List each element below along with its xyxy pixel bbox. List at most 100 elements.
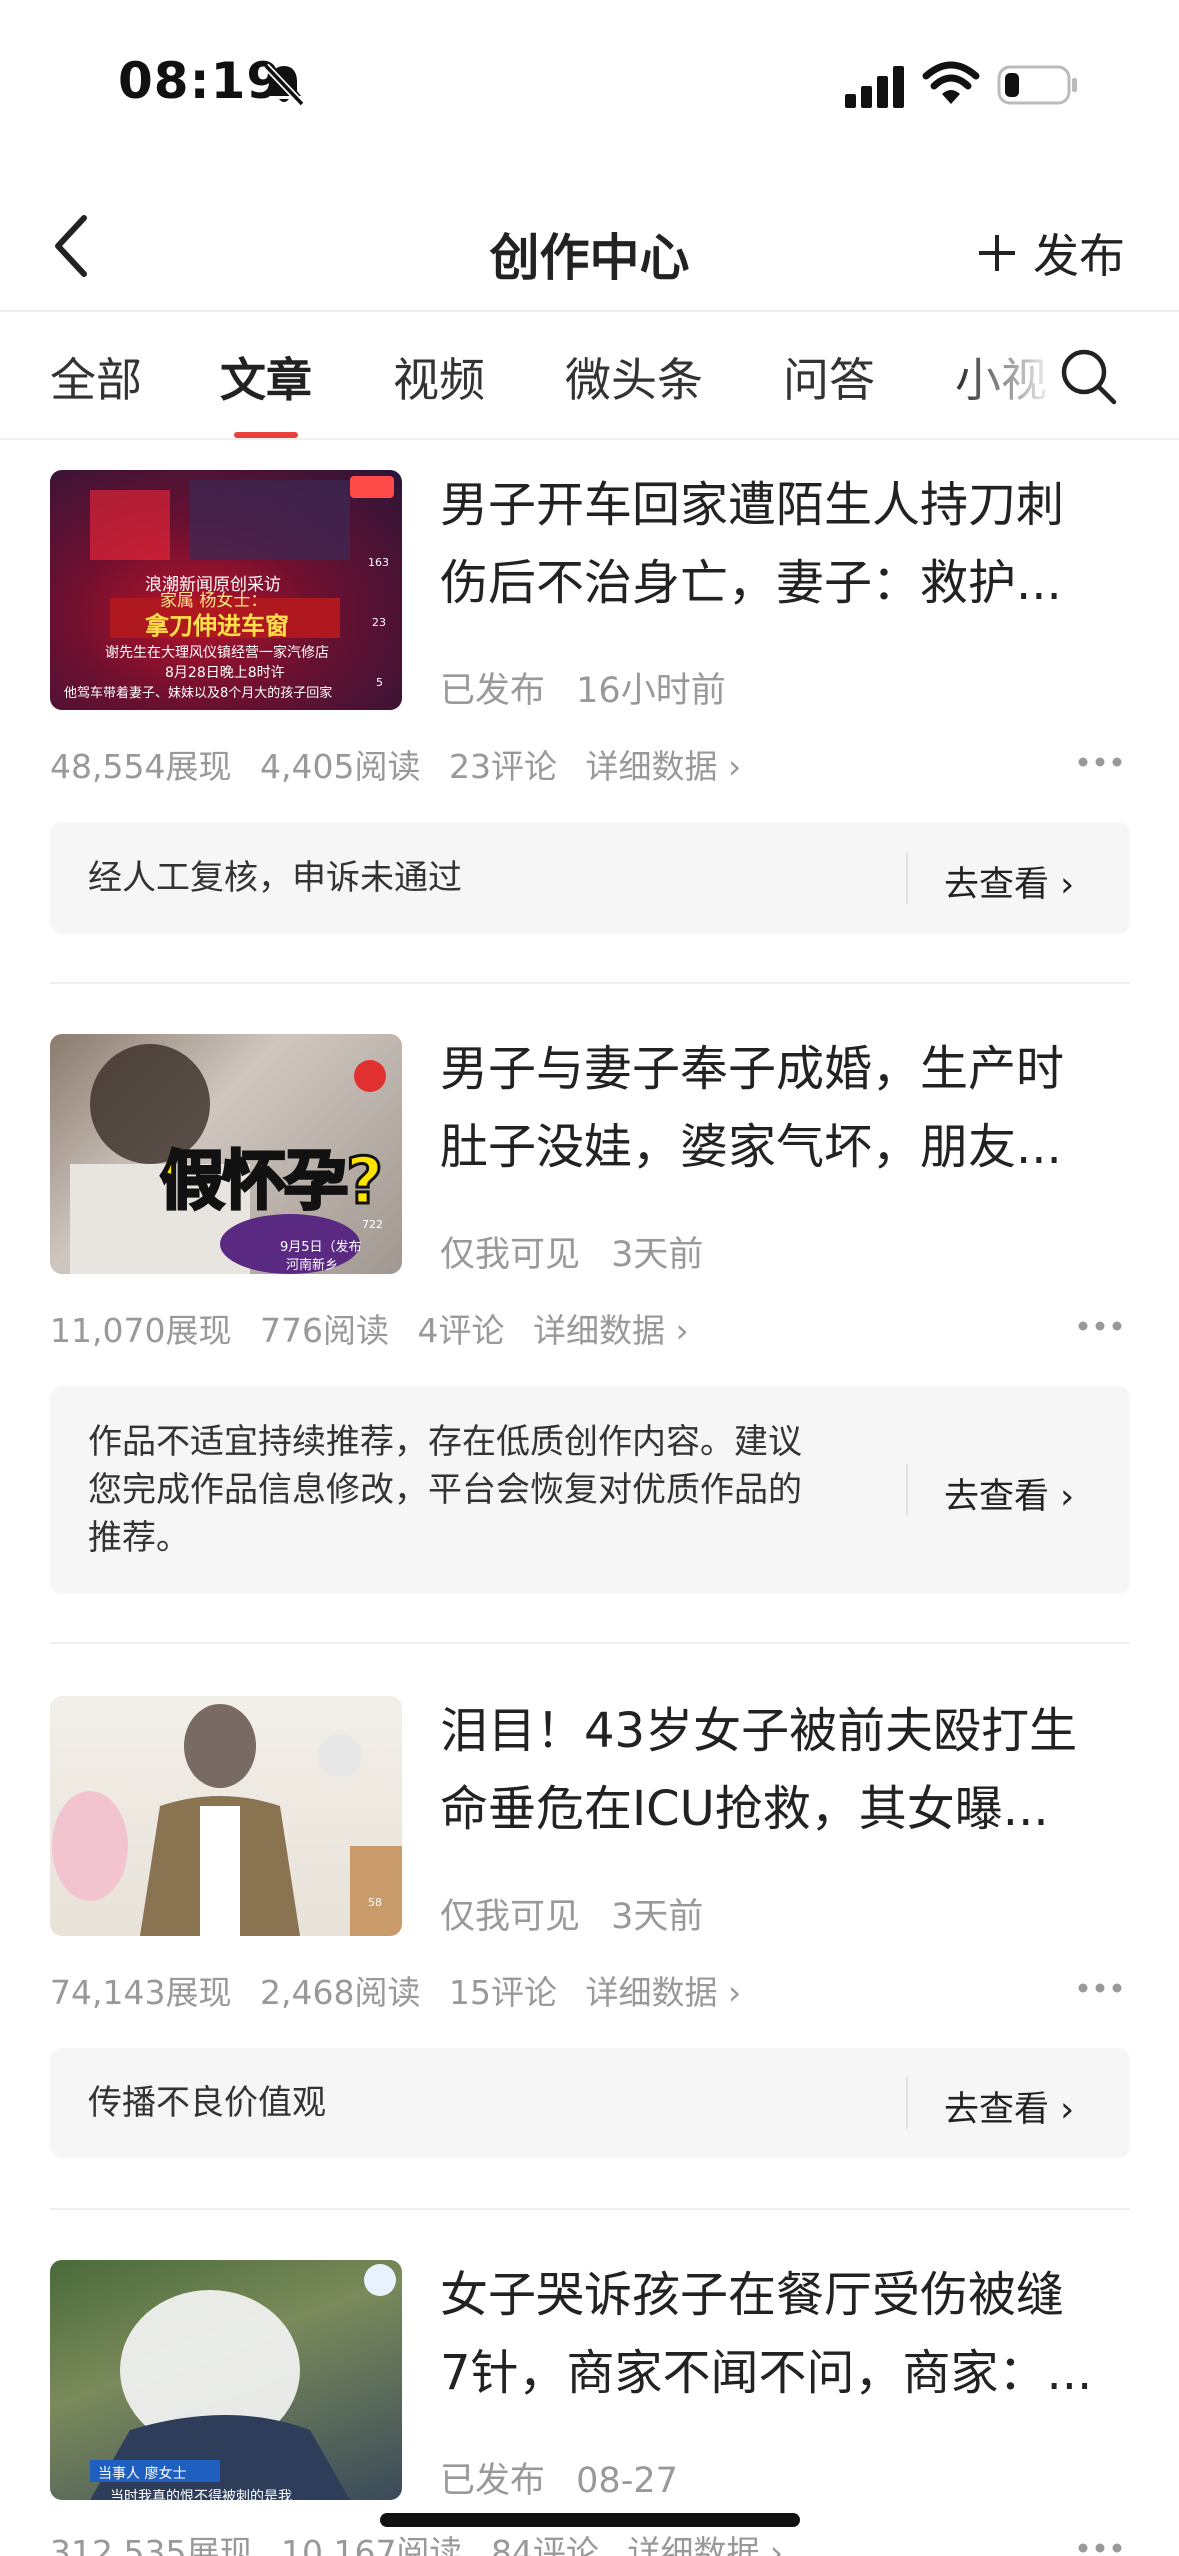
article-meta: 已发布 16小时前 <box>440 662 726 713</box>
publish-time: 16小时前 <box>576 671 726 711</box>
reads-count: 10,167阅读 <box>280 2533 463 2556</box>
tab-all[interactable]: 全部 <box>50 344 142 410</box>
publish-label: 发布 <box>1033 229 1125 283</box>
reads-count: 776阅读 <box>259 1311 389 1350</box>
view-notice-button[interactable]: 去查看 › <box>944 2081 1074 2132</box>
notice-divider <box>906 852 908 904</box>
comments-count: 23评论 <box>448 747 557 786</box>
views-count: 11,070展现 <box>50 1311 232 1350</box>
notice-text: 您完成作品信息修改，平台会恢复对优质作品的 <box>88 1470 802 1510</box>
thumb-caption: 河南新乡 <box>286 1258 339 1273</box>
wifi-icon <box>922 61 980 104</box>
article-thumbnail: 58 <box>50 1696 402 1936</box>
tab-videos[interactable]: 视频 <box>393 344 485 410</box>
article-title[interactable]: 泪目！43岁女子被前夫殴打生 命垂危在ICU抢救，其女曝... <box>440 1692 1140 1848</box>
status-time: 08:19 <box>118 52 283 110</box>
article-title[interactable]: 男子与妻子奉子成婚，生产时 肚子没娃，婆家气坏，朋友... <box>440 1030 1140 1186</box>
publish-status: 仅我可见 <box>440 1897 581 1937</box>
comments-count: 4评论 <box>417 1311 505 1350</box>
views-count: 312,535展现 <box>50 2533 253 2556</box>
publish-button[interactable]: 发布 <box>977 220 1125 286</box>
thumb-like-count: 58 <box>368 1896 382 1909</box>
detail-data-link[interactable]: 详细数据 › <box>533 1311 689 1350</box>
more-options-icon[interactable] <box>1077 1981 1123 1995</box>
thumb-caption: 当事人 廖女士 <box>98 2466 187 2482</box>
view-notice-button[interactable]: 去查看 › <box>944 1468 1074 1519</box>
article-title-line: 男子开车回家遭陌生人持刀刺 <box>440 477 1065 533</box>
detail-data-link[interactable]: 详细数据 › <box>585 747 741 786</box>
detail-data-link[interactable]: 详细数据 › <box>627 2533 783 2556</box>
publish-status: 已发布 <box>440 2461 546 2501</box>
notice-divider <box>906 2077 908 2129</box>
notice-text: 作品不适宜持续推荐，存在低质创作内容。建议 <box>88 1422 802 1462</box>
thumb-caption: 9月5日（发布 <box>280 1240 362 1255</box>
review-notice: 经人工复核，申诉未通过 去查看 › <box>50 822 1130 934</box>
thumb-comment-count: 23 <box>372 616 386 629</box>
comments-count: 15评论 <box>448 1973 557 2012</box>
article-stats: 74,143展现 2,468阅读 15评论 详细数据 › <box>50 1966 759 2014</box>
bell-muted-icon <box>263 63 305 107</box>
publish-status: 仅我可见 <box>440 1235 581 1275</box>
thumbnail-art <box>52 1704 402 1936</box>
tab-micro-headlines[interactable]: 微头条 <box>565 344 703 410</box>
reads-count: 4,405阅读 <box>259 747 421 786</box>
thumb-caption: 假怀孕? <box>158 1144 384 1221</box>
article-title-line: 命垂危在ICU抢救，其女曝... <box>440 1781 1049 1837</box>
article-title-line: 7针，商家不闻不问，商家：... <box>440 2345 1093 2401</box>
publish-time: 08-27 <box>576 2461 678 2501</box>
view-notice-button[interactable]: 去查看 › <box>944 856 1074 907</box>
thumb-caption: 拿刀伸进车窗 <box>145 612 289 640</box>
more-options-icon[interactable] <box>1077 755 1123 769</box>
article-title[interactable]: 男子开车回家遭陌生人持刀刺 伤后不治身亡，妻子：救护... <box>440 466 1140 622</box>
article-thumbnail: 浪潮新闻原创采访 家属 杨女士： 拿刀伸进车窗 谢先生在大理风仪镇经营一家汽修店… <box>50 470 402 710</box>
tab-qa[interactable]: 问答 <box>783 344 875 410</box>
article-meta: 仅我可见 3天前 <box>440 1888 703 1939</box>
article-thumbnail: 当事人 廖女士 当时我真的恨不得被刺的是我 <box>50 2260 402 2500</box>
thumb-comment-count: 722 <box>362 1218 383 1231</box>
article-stats: 11,070展现 776阅读 4评论 详细数据 › <box>50 1304 707 1352</box>
notice-text: 传播不良价值观 <box>88 2083 326 2123</box>
review-notice: 传播不良价值观 去查看 › <box>50 2048 1130 2158</box>
tab-bar: 全部 文章 视频 微头条 问答 小视 <box>0 314 1179 440</box>
thumb-caption: 当时我真的恨不得被刺的是我 <box>110 2489 292 2500</box>
article-title-line: 男子与妻子奉子成婚，生产时 <box>440 1041 1065 1097</box>
publish-time: 3天前 <box>611 1235 704 1275</box>
reads-count: 2,468阅读 <box>259 1973 421 2012</box>
plus-icon <box>979 235 1015 271</box>
comments-count: 84评论 <box>490 2533 599 2556</box>
search-icon[interactable] <box>1058 346 1118 406</box>
article-title-line: 伤后不治身亡，妻子：救护... <box>440 555 1062 611</box>
notice-text: 推荐。 <box>88 1518 190 1558</box>
more-options-icon[interactable] <box>1077 2541 1123 2555</box>
views-count: 48,554展现 <box>50 747 232 786</box>
article-thumbnail: 假怀孕? 9月5日（发布 河南新乡 722 <box>50 1034 402 1274</box>
views-count: 74,143展现 <box>50 1973 232 2012</box>
thumb-caption: 他驾车带着妻子、妹妹以及8个月大的孩子回家 <box>64 686 333 701</box>
article-title-line: 泪目！43岁女子被前夫殴打生 <box>440 1703 1078 1759</box>
article-stats: 312,535展现 10,167阅读 84评论 详细数据 › <box>50 2526 801 2556</box>
thumb-caption: 8月28日晚上8时许 <box>165 665 285 681</box>
thumb-like-count: 163 <box>368 556 389 569</box>
nav-bar: 创作中心 发布 <box>0 180 1179 312</box>
thumb-caption: 谢先生在大理风仪镇经营一家汽修店 <box>105 645 329 661</box>
article-stats: 48,554展现 4,405阅读 23评论 详细数据 › <box>50 740 759 788</box>
battery-icon <box>997 65 1077 105</box>
detail-data-link[interactable]: 详细数据 › <box>585 1973 741 2012</box>
active-tab-indicator <box>234 432 298 438</box>
notice-divider <box>906 1464 908 1516</box>
tab-articles[interactable]: 文章 <box>220 344 312 410</box>
article-title[interactable]: 女子哭诉孩子在餐厅受伤被缝 7针，商家不闻不问，商家：... <box>440 2256 1140 2412</box>
home-indicator <box>380 2513 800 2527</box>
more-options-icon[interactable] <box>1077 1319 1123 1333</box>
article-meta: 已发布 08-27 <box>440 2452 678 2503</box>
publish-time: 3天前 <box>611 1897 704 1937</box>
publish-status: 已发布 <box>440 671 546 711</box>
card-divider <box>50 2208 1130 2210</box>
signal-icon <box>845 66 904 108</box>
article-title-line: 肚子没娃，婆家气坏，朋友... <box>440 1119 1062 1175</box>
notice-text: 经人工复核，申诉未通过 <box>88 858 462 898</box>
card-divider <box>50 1642 1130 1644</box>
thumb-fav-count: 5 <box>376 676 383 689</box>
article-title-line: 女子哭诉孩子在餐厅受伤被缝 <box>440 2267 1065 2323</box>
card-divider <box>50 982 1130 984</box>
